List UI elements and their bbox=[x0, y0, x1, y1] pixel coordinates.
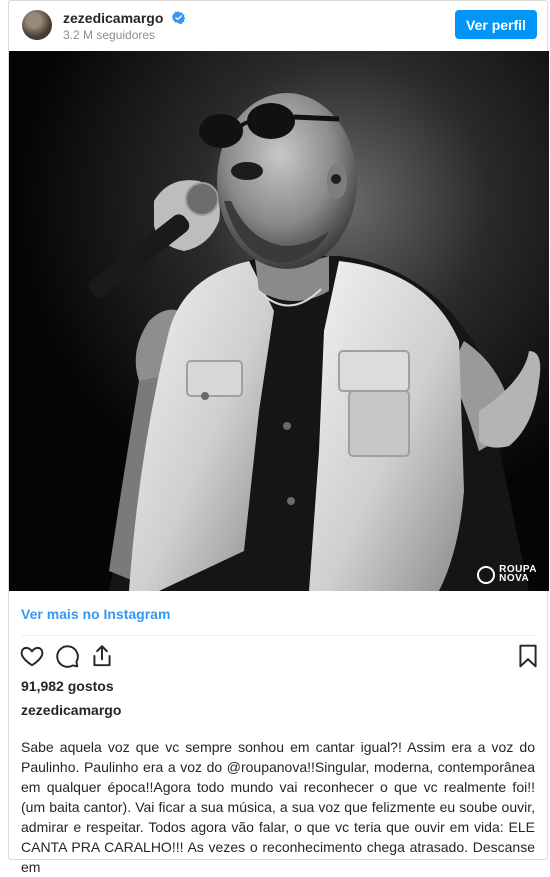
avatar[interactable] bbox=[22, 10, 52, 40]
caption-username[interactable]: zezedicamargo bbox=[21, 702, 121, 718]
share-icon[interactable] bbox=[89, 643, 115, 669]
view-profile-button[interactable]: Ver perfil bbox=[455, 10, 537, 39]
singer-photo-illustration bbox=[9, 51, 549, 591]
post-header: zezedicamargo 3.2 M seguidores Ver perfi… bbox=[9, 1, 547, 49]
roupa-nova-logo-mark bbox=[477, 566, 496, 584]
view-more-on-instagram-link[interactable]: Ver mais no Instagram bbox=[21, 606, 170, 622]
post-photo[interactable]: ROUPA NOVA bbox=[9, 51, 549, 591]
divider bbox=[21, 635, 535, 636]
heart-icon[interactable] bbox=[19, 643, 45, 669]
instagram-embed-card: zezedicamargo 3.2 M seguidores Ver perfi… bbox=[8, 0, 549, 875]
like-count[interactable]: 91,982 gostos bbox=[21, 678, 114, 694]
watermark-line-2: NOVA bbox=[499, 573, 530, 584]
verified-badge-icon bbox=[172, 11, 185, 24]
follower-count: 3.2 M seguidores bbox=[63, 28, 156, 42]
bookmark-icon[interactable] bbox=[515, 643, 541, 669]
comment-icon[interactable] bbox=[54, 643, 80, 669]
caption-text: Sabe aquela voz que vc sempre sonhou em … bbox=[21, 739, 535, 875]
roupa-nova-watermark: ROUPA NOVA bbox=[477, 565, 537, 584]
action-bar bbox=[9, 643, 547, 671]
username[interactable]: zezedicamargo bbox=[63, 10, 163, 26]
